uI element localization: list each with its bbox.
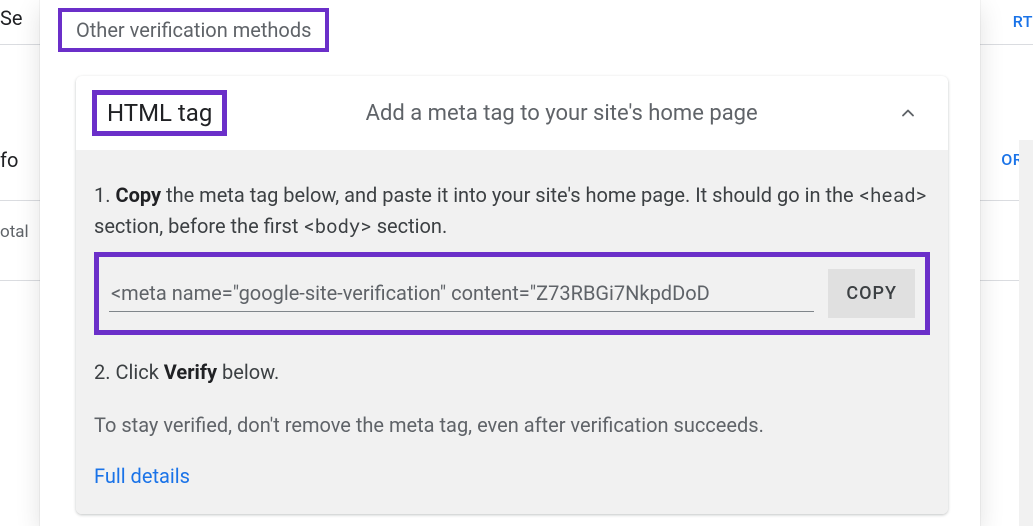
step-2: 2. Click Verify below.: [94, 357, 930, 388]
section-title-highlight: Other verification methods: [58, 8, 329, 52]
step-1: 1. Copy the meta tag below, and paste it…: [94, 180, 930, 242]
step-number: 1.: [94, 183, 115, 207]
section-title: Other verification methods: [76, 18, 311, 42]
method-title-highlight: HTML tag: [92, 90, 227, 136]
method-description: Add a meta tag to your site's home page: [243, 101, 880, 126]
card-header[interactable]: HTML tag Add a meta tag to your site's h…: [76, 76, 948, 150]
verification-note: To stay verified, don't remove the meta …: [94, 410, 930, 440]
bg-text: fo: [0, 148, 40, 172]
verification-dialog: Other verification methods HTML tag Add …: [40, 0, 980, 526]
copy-button[interactable]: COPY: [828, 269, 915, 318]
step-bold: Copy: [115, 183, 161, 207]
step-number: 2. Click: [94, 360, 164, 384]
meta-tag-highlight: COPY: [94, 252, 930, 335]
bg-text: Se: [0, 6, 40, 30]
meta-tag-row: COPY: [109, 269, 915, 318]
full-details-link[interactable]: Full details: [94, 464, 190, 488]
step-text: below.: [217, 360, 279, 384]
meta-tag-input[interactable]: [109, 275, 814, 312]
section-header: Other verification methods: [40, 0, 980, 76]
step-text: the meta tag below, and paste it into yo…: [161, 183, 859, 207]
bg-text: RT: [1013, 12, 1033, 31]
code-head: <head>: [859, 183, 927, 208]
scrollbar-track[interactable]: [1019, 140, 1033, 526]
step-text: section, before the first: [94, 214, 303, 238]
card-body: 1. Copy the meta tag below, and paste it…: [76, 150, 948, 514]
bg-text: otal: [0, 222, 40, 242]
method-title: HTML tag: [107, 99, 212, 127]
verification-method-card: HTML tag Add a meta tag to your site's h…: [76, 76, 948, 514]
code-body: <body>: [303, 214, 371, 239]
step-bold: Verify: [164, 360, 217, 384]
step-text: section.: [372, 214, 448, 238]
chevron-up-icon[interactable]: [896, 101, 920, 125]
